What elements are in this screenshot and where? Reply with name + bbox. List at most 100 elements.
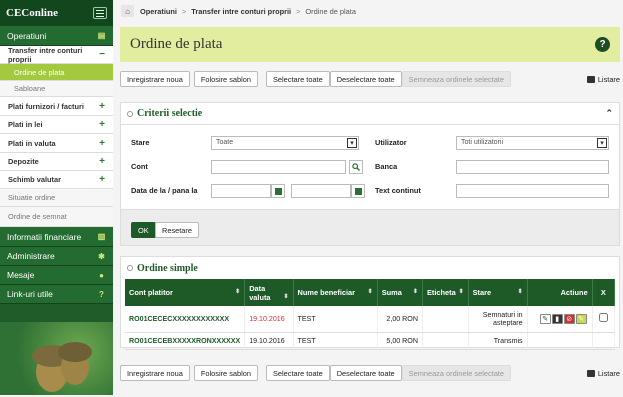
date-to-input[interactable]: [291, 184, 351, 198]
sign-icon[interactable]: ✎: [575, 313, 587, 324]
stare-cell: Semnaturi in asteptare: [468, 306, 528, 333]
sidebar-item-label: Administrare: [7, 251, 55, 261]
sidebar-item-sabloane[interactable]: Sabloane: [0, 81, 113, 97]
select-cell: [592, 332, 616, 350]
stare-label: Stare: [131, 138, 150, 147]
cont-input[interactable]: [211, 160, 346, 174]
col-header[interactable]: Suma ⬍: [377, 279, 423, 306]
text-input[interactable]: [456, 184, 609, 198]
sort-icon: ⬍: [367, 289, 373, 295]
date-from-input[interactable]: [211, 184, 271, 198]
home-icon[interactable]: ⌂: [121, 5, 134, 17]
sidebar-item-label: Situatie ordine: [8, 193, 56, 202]
col-header[interactable]: Stare ⬍: [468, 279, 528, 306]
new-order-button[interactable]: Inregistrare noua: [120, 71, 190, 87]
select-all-button[interactable]: Selectare toate: [266, 71, 330, 87]
sidebar-item-ordine-de-semnat[interactable]: Ordine de semnat: [0, 207, 113, 227]
sidebar-item-situatie-ordine[interactable]: Situatie ordine: [0, 189, 113, 207]
help-icon[interactable]: ?: [595, 37, 610, 52]
cont-platitor-cell: RO01CECEBXXXXXRONXXXXXX: [125, 332, 246, 350]
chart-icon: ▥: [97, 232, 106, 241]
deselect-all-button[interactable]: Deselectare toate: [329, 365, 402, 381]
sidebar-item-label: Schimb valutar: [8, 175, 61, 184]
help-icon: ?: [99, 289, 104, 299]
col-header[interactable]: Eticheta ⬍: [422, 279, 469, 306]
criteria-footer: OK Resetare: [121, 209, 619, 245]
sidebar-item-mesaje[interactable]: Mesaje ●: [0, 266, 113, 285]
stare-select[interactable]: Toate ▾: [211, 136, 359, 150]
print-list-link[interactable]: Listare: [586, 369, 620, 378]
col-header[interactable]: Cont platitor ⬍: [125, 279, 246, 306]
stare-cell: Transmis: [468, 332, 528, 350]
actions-cell: ✎ ▮ ⊘ ✎: [527, 306, 593, 333]
sort-icon: ⬍: [458, 289, 464, 295]
sidebar-item-label: Ordine de semnat: [8, 212, 67, 221]
suma-cell: 5,00 RON: [377, 332, 423, 350]
sidebar-item-administrare[interactable]: Administrare ✱: [0, 247, 113, 266]
sidebar-item-operatiuni[interactable]: Operatiuni ▤: [0, 26, 113, 46]
cont-label: Cont: [131, 162, 148, 171]
select-all-button[interactable]: Selectare toate: [266, 365, 330, 381]
calendar-icon[interactable]: [351, 184, 365, 198]
deselect-all-button[interactable]: Deselectare toate: [329, 71, 402, 87]
menu-toggle-icon[interactable]: [93, 7, 107, 19]
orders-panel: Ordine simple Cont platitor ⬍ Data valuta ⬍…: [120, 256, 620, 350]
col-header[interactable]: X: [592, 279, 616, 306]
sidebar-item-label: Operatiuni: [7, 30, 47, 41]
reset-button[interactable]: Resetare: [155, 222, 199, 238]
sidebar-item-plati-furnizori-facturi[interactable]: Plati furnizori / facturi +: [0, 97, 113, 116]
delete-icon[interactable]: ▮: [551, 313, 563, 324]
sign-selected-button[interactable]: Semneaza ordinele selectate: [401, 71, 511, 87]
expand-plus-icon: +: [99, 174, 105, 185]
expand-plus-icon: +: [99, 100, 105, 112]
col-header[interactable]: Actiune: [527, 279, 593, 306]
sidebar-item-depozite[interactable]: Depozite +: [0, 153, 113, 171]
utilizator-label: Utilizator: [375, 138, 407, 147]
sign-selected-button[interactable]: Semneaza ordinele selectate: [401, 365, 511, 381]
row-checkbox[interactable]: [598, 313, 608, 323]
eticheta-cell: [422, 306, 469, 333]
breadcrumb-transfer[interactable]: Transfer intre conturi proprii: [191, 7, 291, 16]
printer-icon: [586, 369, 595, 377]
new-order-button[interactable]: Inregistrare noua: [120, 365, 190, 381]
banca-label: Banca: [375, 162, 398, 171]
breadcrumb-operatiuni[interactable]: Operatiuni: [140, 7, 177, 16]
col-header[interactable]: Nume beneficiar ⬍: [293, 279, 378, 306]
table-row[interactable]: RO01CECECXXXXXXXXXXXX 19.10.2016 TEST 2,00 …: [125, 306, 616, 333]
sidebar-nav: Operatiuni ▤ Transfer intre conturi propri…: [0, 26, 113, 304]
cancel-icon[interactable]: ⊘: [563, 313, 575, 324]
toolbar-top: Inregistrare noua Folosire sablon Select…: [120, 71, 620, 87]
chevron-down-icon: ▾: [347, 138, 357, 148]
col-header[interactable]: Data valuta ⬍: [244, 279, 294, 306]
sidebar-item-label: Informatii financiare: [7, 231, 82, 242]
criteria-title: Criterii selectie: [137, 108, 203, 119]
orders-table: Cont platitor ⬍ Data valuta ⬍ Nume beneficia…: [125, 279, 616, 350]
page-title: Ordine de plata: [130, 36, 223, 52]
actions-cell: [527, 332, 593, 350]
sidebar-item-transfer-intre-conturi-proprii[interactable]: Transfer intre conturi proprii −: [0, 46, 113, 64]
sidebar-item-plati-in-lei[interactable]: Plati in lei +: [0, 116, 113, 134]
sidebar-item-schimb-valutar[interactable]: Schimb valutar +: [0, 171, 113, 189]
sidebar-item-informatii-financiare[interactable]: Informatii financiare ▥: [0, 227, 113, 247]
sidebar-item-label: Transfer intre conturi proprii: [8, 45, 83, 64]
use-template-button[interactable]: Folosire sablon: [193, 365, 258, 381]
search-icon[interactable]: [349, 160, 363, 174]
print-list-link[interactable]: Listare: [586, 75, 620, 84]
banca-input[interactable]: [456, 160, 609, 174]
suma-cell: 2,00 RON: [377, 306, 423, 333]
utilizator-select[interactable]: Toti utilizatorii ▾: [456, 136, 609, 150]
expand-plus-icon: +: [99, 156, 105, 167]
calendar-icon[interactable]: [271, 184, 285, 198]
table-row[interactable]: RO01CECEBXXXXXRONXXXXXX 19.10.2016 TEST 5,0…: [125, 332, 616, 350]
edit-icon[interactable]: ✎: [539, 313, 551, 324]
expand-plus-icon: +: [99, 137, 105, 149]
sidebar-item-label: Plati in lei: [8, 120, 43, 129]
use-template-button[interactable]: Folosire sablon: [193, 71, 258, 87]
sidebar-item-ordine-de-plata[interactable]: Ordine de plata: [0, 64, 113, 81]
sidebar-item-link-uri-utile[interactable]: Link-uri utile?: [0, 285, 113, 304]
ok-button[interactable]: OK: [131, 222, 156, 238]
collapse-chevron-icon[interactable]: ⌃: [605, 108, 613, 119]
beneficiar-cell: TEST: [293, 332, 378, 350]
sort-icon: ⬍: [235, 289, 241, 295]
sidebar-item-plati-in-valuta[interactable]: Plati in valuta +: [0, 134, 113, 153]
